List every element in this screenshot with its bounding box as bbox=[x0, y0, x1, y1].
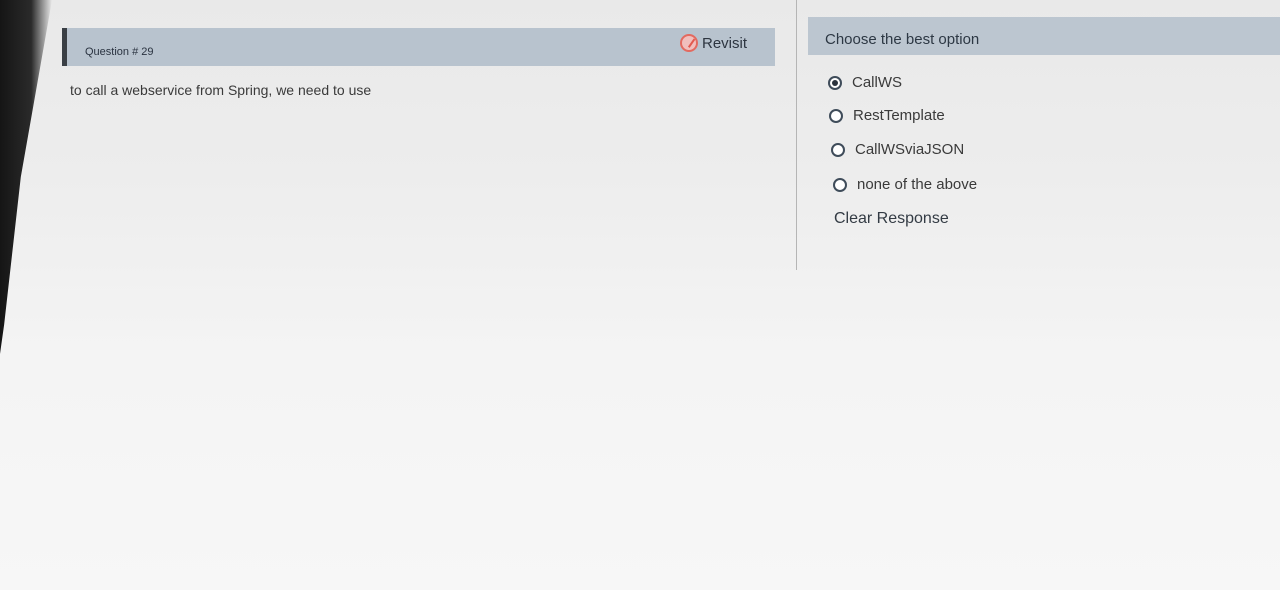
option-label: CallWSviaJSON bbox=[855, 141, 965, 158]
radio-button[interactable] bbox=[833, 177, 847, 192]
option-label: none of the above bbox=[857, 176, 978, 193]
option-resttemplate[interactable]: RestTemplate bbox=[829, 107, 945, 124]
options-header: Choose the best option bbox=[808, 17, 1280, 55]
radio-button-selected[interactable] bbox=[828, 75, 842, 90]
pane-divider bbox=[796, 0, 797, 270]
question-text: to call a webservice from Spring, we nee… bbox=[70, 82, 372, 98]
answer-pane: Choose the best option CallWS RestTempla… bbox=[808, 0, 1280, 270]
option-label: CallWS bbox=[852, 74, 903, 91]
screen-bezel bbox=[0, 0, 52, 354]
clear-response-link[interactable]: Clear Response bbox=[834, 210, 949, 228]
question-header: Question # 29 Revisit bbox=[62, 28, 775, 66]
option-none-of-the-above[interactable]: none of the above bbox=[833, 176, 977, 193]
question-pane: Question # 29 Revisit to call a webservi… bbox=[52, 0, 796, 270]
option-callws[interactable]: CallWS bbox=[828, 74, 902, 91]
revisit-label: Revisit bbox=[701, 34, 747, 52]
radio-button[interactable] bbox=[831, 142, 845, 157]
option-callwsviajson[interactable]: CallWSviaJSON bbox=[831, 141, 964, 158]
option-label: RestTemplate bbox=[853, 107, 945, 124]
options-header-label: Choose the best option bbox=[825, 31, 980, 48]
revisit-button[interactable]: Revisit bbox=[679, 34, 747, 52]
radio-button[interactable] bbox=[829, 108, 843, 123]
question-number: Question # 29 bbox=[85, 46, 154, 58]
revisit-icon bbox=[679, 34, 698, 52]
